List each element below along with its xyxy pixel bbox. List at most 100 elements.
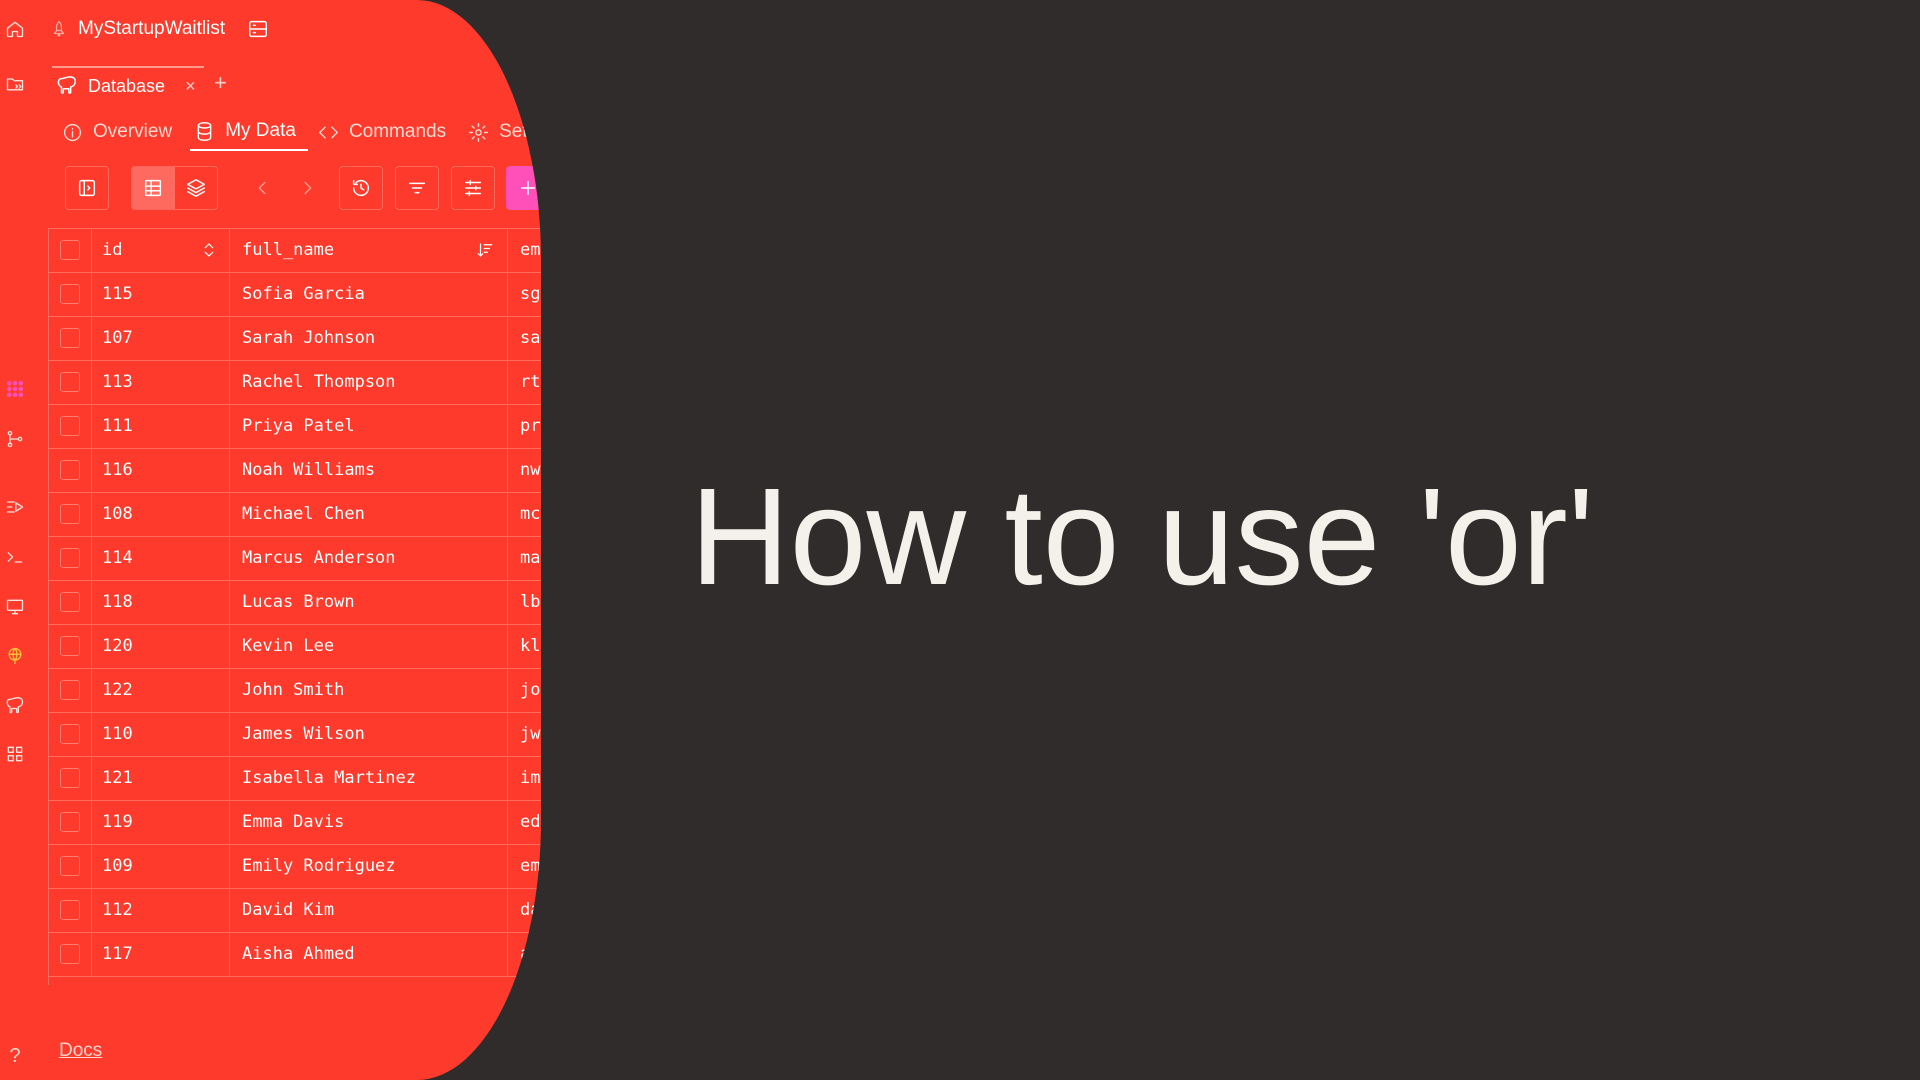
row-checkbox[interactable] [59,900,80,920]
cell-full-name[interactable]: Emma Davis [230,800,508,844]
cell-id[interactable]: 108 [92,492,230,536]
add-row-button[interactable] [506,166,541,210]
table-row[interactable]: 115 Sofia Garcia sg [48,272,541,317]
row-select-cell[interactable] [48,844,92,888]
row-select-cell[interactable] [48,492,92,536]
tab-settings[interactable]: Settings [464,114,541,150]
cell-email[interactable]: a. [508,932,541,976]
cell-full-name[interactable]: Aisha Ahmed [230,932,508,976]
cell-email[interactable]: ma [508,536,541,580]
branch-icon[interactable] [4,428,26,450]
help-icon[interactable]: ? [4,1045,26,1067]
cell-id[interactable]: 109 [92,844,230,888]
dots-grid-icon[interactable] [4,378,26,400]
cell-email[interactable]: lb [508,580,541,624]
table-row[interactable]: 114 Marcus Anderson ma [48,536,541,581]
cell-email[interactable]: kl [508,624,541,668]
row-select-cell[interactable] [48,272,92,316]
cell-email[interactable]: ed [508,800,541,844]
row-checkbox[interactable] [59,680,80,700]
cell-full-name[interactable]: James Wilson [230,712,508,756]
terminal-icon[interactable] [4,546,26,568]
row-checkbox[interactable] [59,328,80,348]
row-checkbox[interactable] [59,504,80,524]
cell-email[interactable]: nw [508,448,541,492]
row-checkbox[interactable] [59,636,80,656]
project-title[interactable]: MyStartupWaitlist [78,18,225,40]
row-select-cell[interactable] [48,756,92,800]
column-header-id[interactable]: id [92,228,230,272]
toggle-sidebar-button[interactable] [65,166,109,210]
table-row[interactable]: 118 Lucas Brown lb [48,580,541,625]
cell-full-name[interactable]: Marcus Anderson [230,536,508,580]
tab-database[interactable]: Database × [52,66,204,104]
cell-full-name[interactable]: Sarah Johnson [230,316,508,360]
cell-full-name[interactable]: Kevin Lee [230,624,508,668]
cell-id[interactable]: 110 [92,712,230,756]
table-row[interactable]: 116 Noah Williams nw [48,448,541,493]
layers-view-button[interactable] [174,166,218,210]
row-select-cell[interactable] [48,536,92,580]
cell-email[interactable]: pr [508,404,541,448]
table-row[interactable]: 120 Kevin Lee kl [48,624,541,669]
cell-full-name[interactable]: Michael Chen [230,492,508,536]
row-checkbox[interactable] [59,372,80,392]
row-checkbox[interactable] [59,724,80,744]
sort-toggle-icon[interactable] [200,241,218,259]
cell-email[interactable]: jo [508,668,541,712]
cell-id[interactable]: 114 [92,536,230,580]
table-row[interactable]: 117 Aisha Ahmed a. [48,932,541,977]
row-checkbox[interactable] [59,768,80,788]
row-select-cell[interactable] [48,712,92,756]
table-row[interactable]: 111 Priya Patel pr [48,404,541,449]
docs-link[interactable]: Docs [59,1040,102,1062]
row-select-cell[interactable] [48,888,92,932]
table-row[interactable]: 110 James Wilson jw [48,712,541,757]
server-icon[interactable] [247,18,269,40]
table-row[interactable]: 119 Emma Davis ed [48,800,541,845]
table-view-button[interactable] [131,166,175,210]
cell-id[interactable]: 119 [92,800,230,844]
table-row[interactable]: 122 John Smith jo [48,668,541,713]
monitor-icon[interactable] [4,596,26,618]
cell-full-name[interactable]: Emily Rodriguez [230,844,508,888]
cell-full-name[interactable]: John Smith [230,668,508,712]
cell-id[interactable]: 122 [92,668,230,712]
table-row[interactable]: 112 David Kim da [48,888,541,933]
cell-id[interactable]: 107 [92,316,230,360]
row-checkbox[interactable] [59,548,80,568]
elephant-icon[interactable] [4,695,26,717]
column-header-email[interactable]: email [508,228,541,272]
row-checkbox[interactable] [59,284,80,304]
cell-email[interactable]: da [508,888,541,932]
cell-full-name[interactable]: Rachel Thompson [230,360,508,404]
cell-id[interactable]: 117 [92,932,230,976]
table-row[interactable]: 109 Emily Rodriguez em [48,844,541,889]
row-select-cell[interactable] [48,668,92,712]
row-select-cell[interactable] [48,360,92,404]
cell-full-name[interactable]: Noah Williams [230,448,508,492]
cell-full-name[interactable]: Lucas Brown [230,580,508,624]
history-button[interactable] [339,166,383,210]
select-all-checkbox[interactable] [59,240,80,260]
cell-id[interactable]: 115 [92,272,230,316]
table-row[interactable]: 121 Isabella Martinez im [48,756,541,801]
select-all-cell[interactable] [48,228,92,272]
cell-email[interactable]: jw [508,712,541,756]
cell-full-name[interactable]: David Kim [230,888,508,932]
cell-id[interactable]: 116 [92,448,230,492]
row-select-cell[interactable] [48,624,92,668]
filter-button[interactable] [395,166,439,210]
send-list-icon[interactable] [4,496,26,518]
next-page-button[interactable] [285,166,329,210]
table-row[interactable]: 108 Michael Chen mc [48,492,541,537]
cell-full-name[interactable]: Isabella Martinez [230,756,508,800]
cell-id[interactable]: 113 [92,360,230,404]
new-tab-button[interactable]: + [214,70,227,96]
row-checkbox[interactable] [59,944,80,964]
tab-overview[interactable]: Overview [58,114,184,150]
row-select-cell[interactable] [48,448,92,492]
cell-email[interactable]: im [508,756,541,800]
row-checkbox[interactable] [59,592,80,612]
tab-my-data[interactable]: My Data [190,113,308,151]
